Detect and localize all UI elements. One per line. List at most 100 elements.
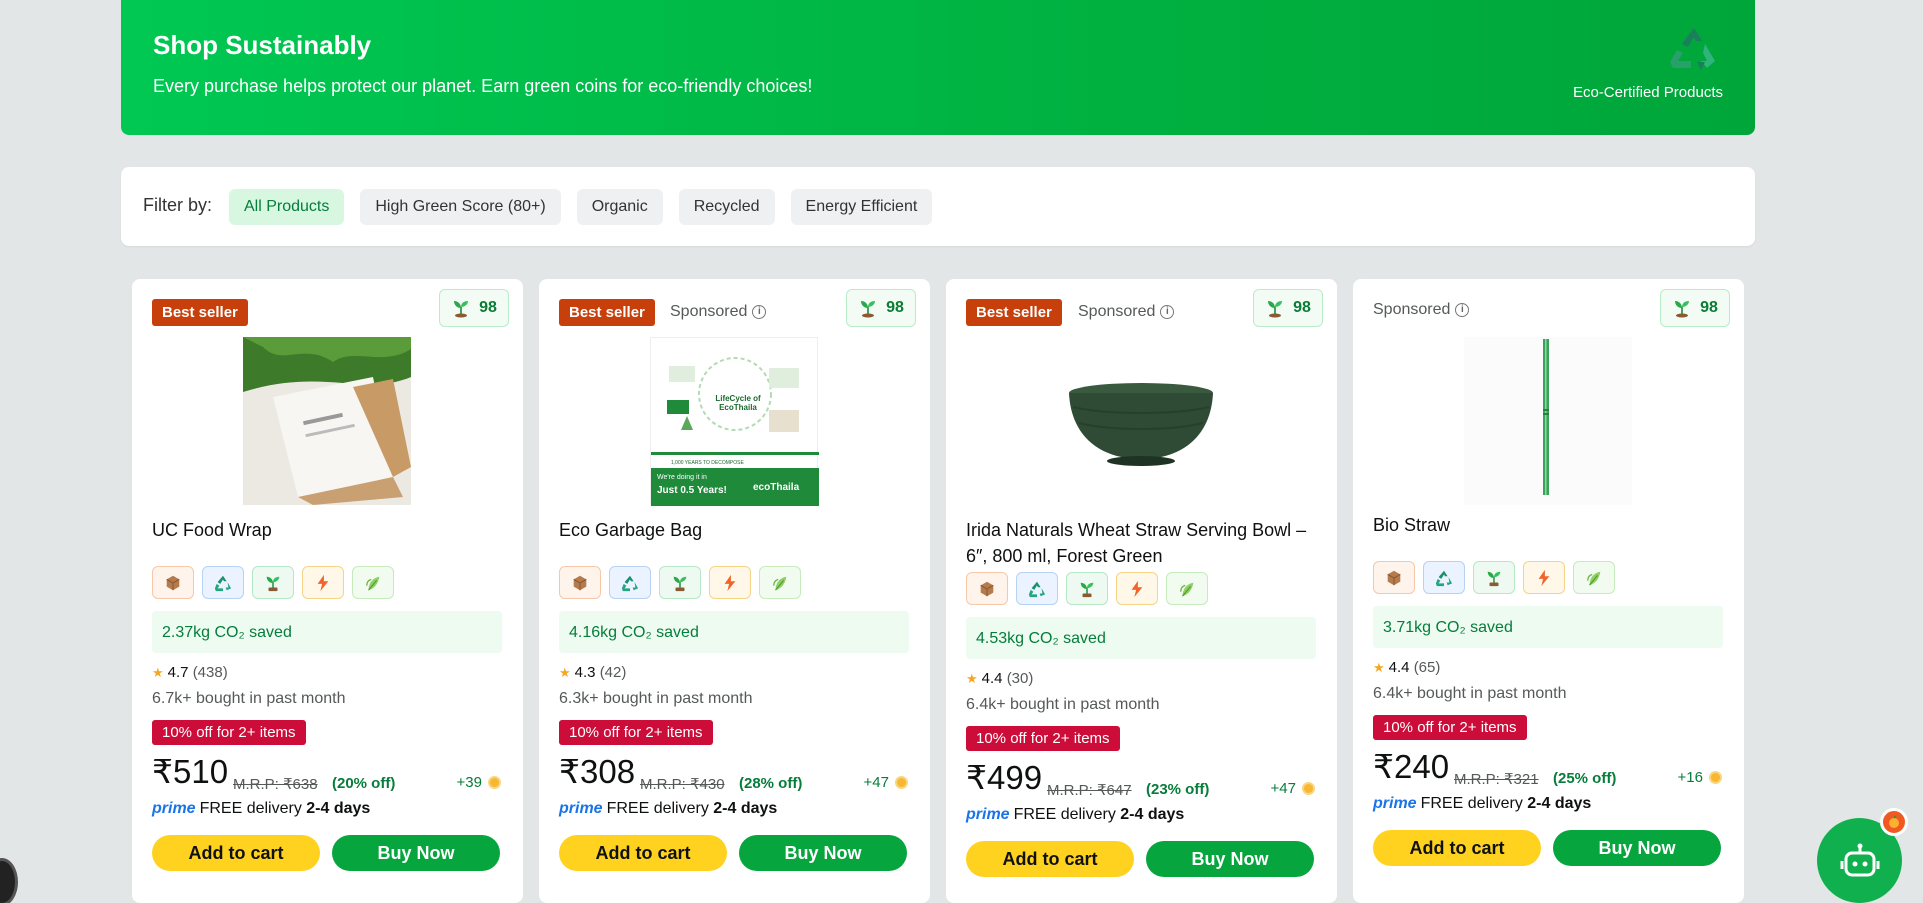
sprout-icon [858,298,878,318]
hero-subtitle: Every purchase helps protect our planet.… [153,76,813,96]
recycle-icon[interactable] [609,566,651,599]
add-to-cart-button[interactable]: Add to cart [152,835,320,871]
product-card-uc-food-wrap[interactable]: Best seller 98 UC Food Wrap 2.37kg CO₂ s… [132,279,523,903]
rating-value: 4.3 [574,664,596,681]
buy-now-button[interactable]: Buy Now [1146,841,1314,877]
product-image-garbage-bag[interactable]: LifeCycle of EcoThaila 1,000 YEARS TO DE… [650,337,819,506]
add-to-cart-button[interactable]: Add to cart [966,841,1134,877]
coin-icon [895,776,908,789]
price: ₹499 [966,759,1043,796]
sponsored-label[interactable]: Sponsored i [1078,303,1175,321]
product-card-serving-bowl[interactable]: Best seller Sponsored i 98 Irida Naturals… [946,279,1337,903]
product-card-bio-straw[interactable]: Sponsored i 98 Bio Straw 3.71kg CO₂ saved… [1353,279,1744,903]
mrp: M.R.P: ₹321 [1454,771,1539,788]
sprout-icon[interactable] [252,566,294,599]
sponsored-label[interactable]: Sponsored i [670,303,767,321]
green-score-badge: 98 [439,289,509,327]
product-title[interactable]: Irida Naturals Wheat Straw Serving Bowl … [966,517,1316,569]
recycle-icon[interactable] [202,566,244,599]
box-icon[interactable] [966,572,1008,605]
filter-chip-energy-efficient[interactable]: Energy Efficient [790,189,933,225]
rating[interactable]: ★ 4.7 (438) [152,664,228,681]
delivery-info: prime FREE delivery 2-4 days [1373,795,1591,813]
notification-badge[interactable] [1880,808,1908,836]
filter-chip-organic[interactable]: Organic [576,189,663,225]
add-to-cart-button[interactable]: Add to cart [559,835,727,871]
filter-bar: Filter by: All Products High Green Score… [121,167,1755,246]
leaf-icon[interactable] [1573,561,1615,594]
product-image-bio-straw[interactable] [1464,337,1632,505]
sprout-icon[interactable] [1066,572,1108,605]
decompose-note: 1,000 YEARS TO DECOMPOSE [671,460,744,466]
green-score-value: 98 [1700,299,1718,316]
coin-icon [1302,782,1315,795]
product-card-eco-garbage-bag[interactable]: Best seller Sponsored i 98 LifeCycle of E… [539,279,930,903]
bought-count: 6.4k+ bought in past month [1373,685,1567,702]
star-icon: ★ [1373,660,1385,675]
eco-attribute-icons [966,572,1208,605]
bolt-icon[interactable] [1523,561,1565,594]
recycle-icon [1670,28,1715,70]
delivery-text: FREE delivery [199,800,302,817]
filter-chips: All Products High Green Score (80+) Orga… [229,189,933,225]
sponsored-text: Sponsored [1373,301,1451,318]
best-seller-badge: Best seller [559,299,655,326]
buy-now-button[interactable]: Buy Now [1553,830,1721,866]
green-coins: +47 [864,774,908,791]
sprout-icon[interactable] [659,566,701,599]
sprout-icon[interactable] [1473,561,1515,594]
leaf-icon[interactable] [352,566,394,599]
bolt-icon[interactable] [302,566,344,599]
rating[interactable]: ★ 4.3 (42) [559,664,626,681]
discount: (28% off) [739,775,803,792]
recycle-icon[interactable] [1016,572,1058,605]
product-title[interactable]: Bio Straw [1373,512,1723,538]
price: ₹308 [559,753,636,790]
filter-chip-recycled[interactable]: Recycled [678,189,775,225]
add-to-cart-button[interactable]: Add to cart [1373,830,1541,866]
prime-logo: prime [559,800,603,817]
rating[interactable]: ★ 4.4 (65) [1373,659,1440,676]
review-count: (42) [599,664,627,681]
bought-count: 6.4k+ bought in past month [966,696,1160,713]
sponsored-text: Sponsored [670,303,748,320]
box-icon[interactable] [1373,561,1415,594]
bolt-icon[interactable] [1116,572,1158,605]
discount: (25% off) [1553,770,1617,787]
eco-attribute-icons [1373,561,1615,594]
discount: (20% off) [332,775,396,792]
recycle-icon[interactable] [1423,561,1465,594]
delivery-text: FREE delivery [606,800,709,817]
info-icon[interactable]: i [1455,303,1470,317]
product-image-bowl[interactable] [1057,337,1225,505]
buy-now-button[interactable]: Buy Now [332,835,500,871]
product-image-food-wrap[interactable] [243,337,411,505]
box-icon[interactable] [559,566,601,599]
product-title[interactable]: Eco Garbage Bag [559,517,909,543]
prime-logo: prime [152,800,196,817]
leaf-icon[interactable] [759,566,801,599]
delivery-info: prime FREE delivery 2-4 days [559,800,777,818]
rating-value: 4.7 [167,664,189,681]
product-title[interactable]: UC Food Wrap [152,517,502,543]
leaf-icon[interactable] [1166,572,1208,605]
green-score-value: 98 [1293,299,1311,316]
rating-value: 4.4 [1388,659,1410,676]
image-footer: We're doing it in Just 0.5 Years! ecoTha… [651,468,819,506]
filter-chip-all-products[interactable]: All Products [229,189,345,225]
sponsored-label[interactable]: Sponsored i [1373,301,1470,319]
info-icon[interactable]: i [752,305,767,319]
hero-title: Shop Sustainably [153,30,372,60]
co2-saved: 2.37kg CO₂ saved [152,611,502,653]
rating[interactable]: ★ 4.4 (30) [966,670,1033,687]
box-icon[interactable] [152,566,194,599]
filter-chip-high-green-score[interactable]: High Green Score (80+) [360,189,561,225]
discount: (23% off) [1146,781,1210,798]
delivery-days: 2-4 days [1120,806,1185,823]
price: ₹240 [1373,748,1450,785]
footer-line-1: We're doing it in [657,474,707,481]
info-icon[interactable]: i [1160,305,1175,319]
green-score-value: 98 [479,299,497,316]
buy-now-button[interactable]: Buy Now [739,835,907,871]
bolt-icon[interactable] [709,566,751,599]
